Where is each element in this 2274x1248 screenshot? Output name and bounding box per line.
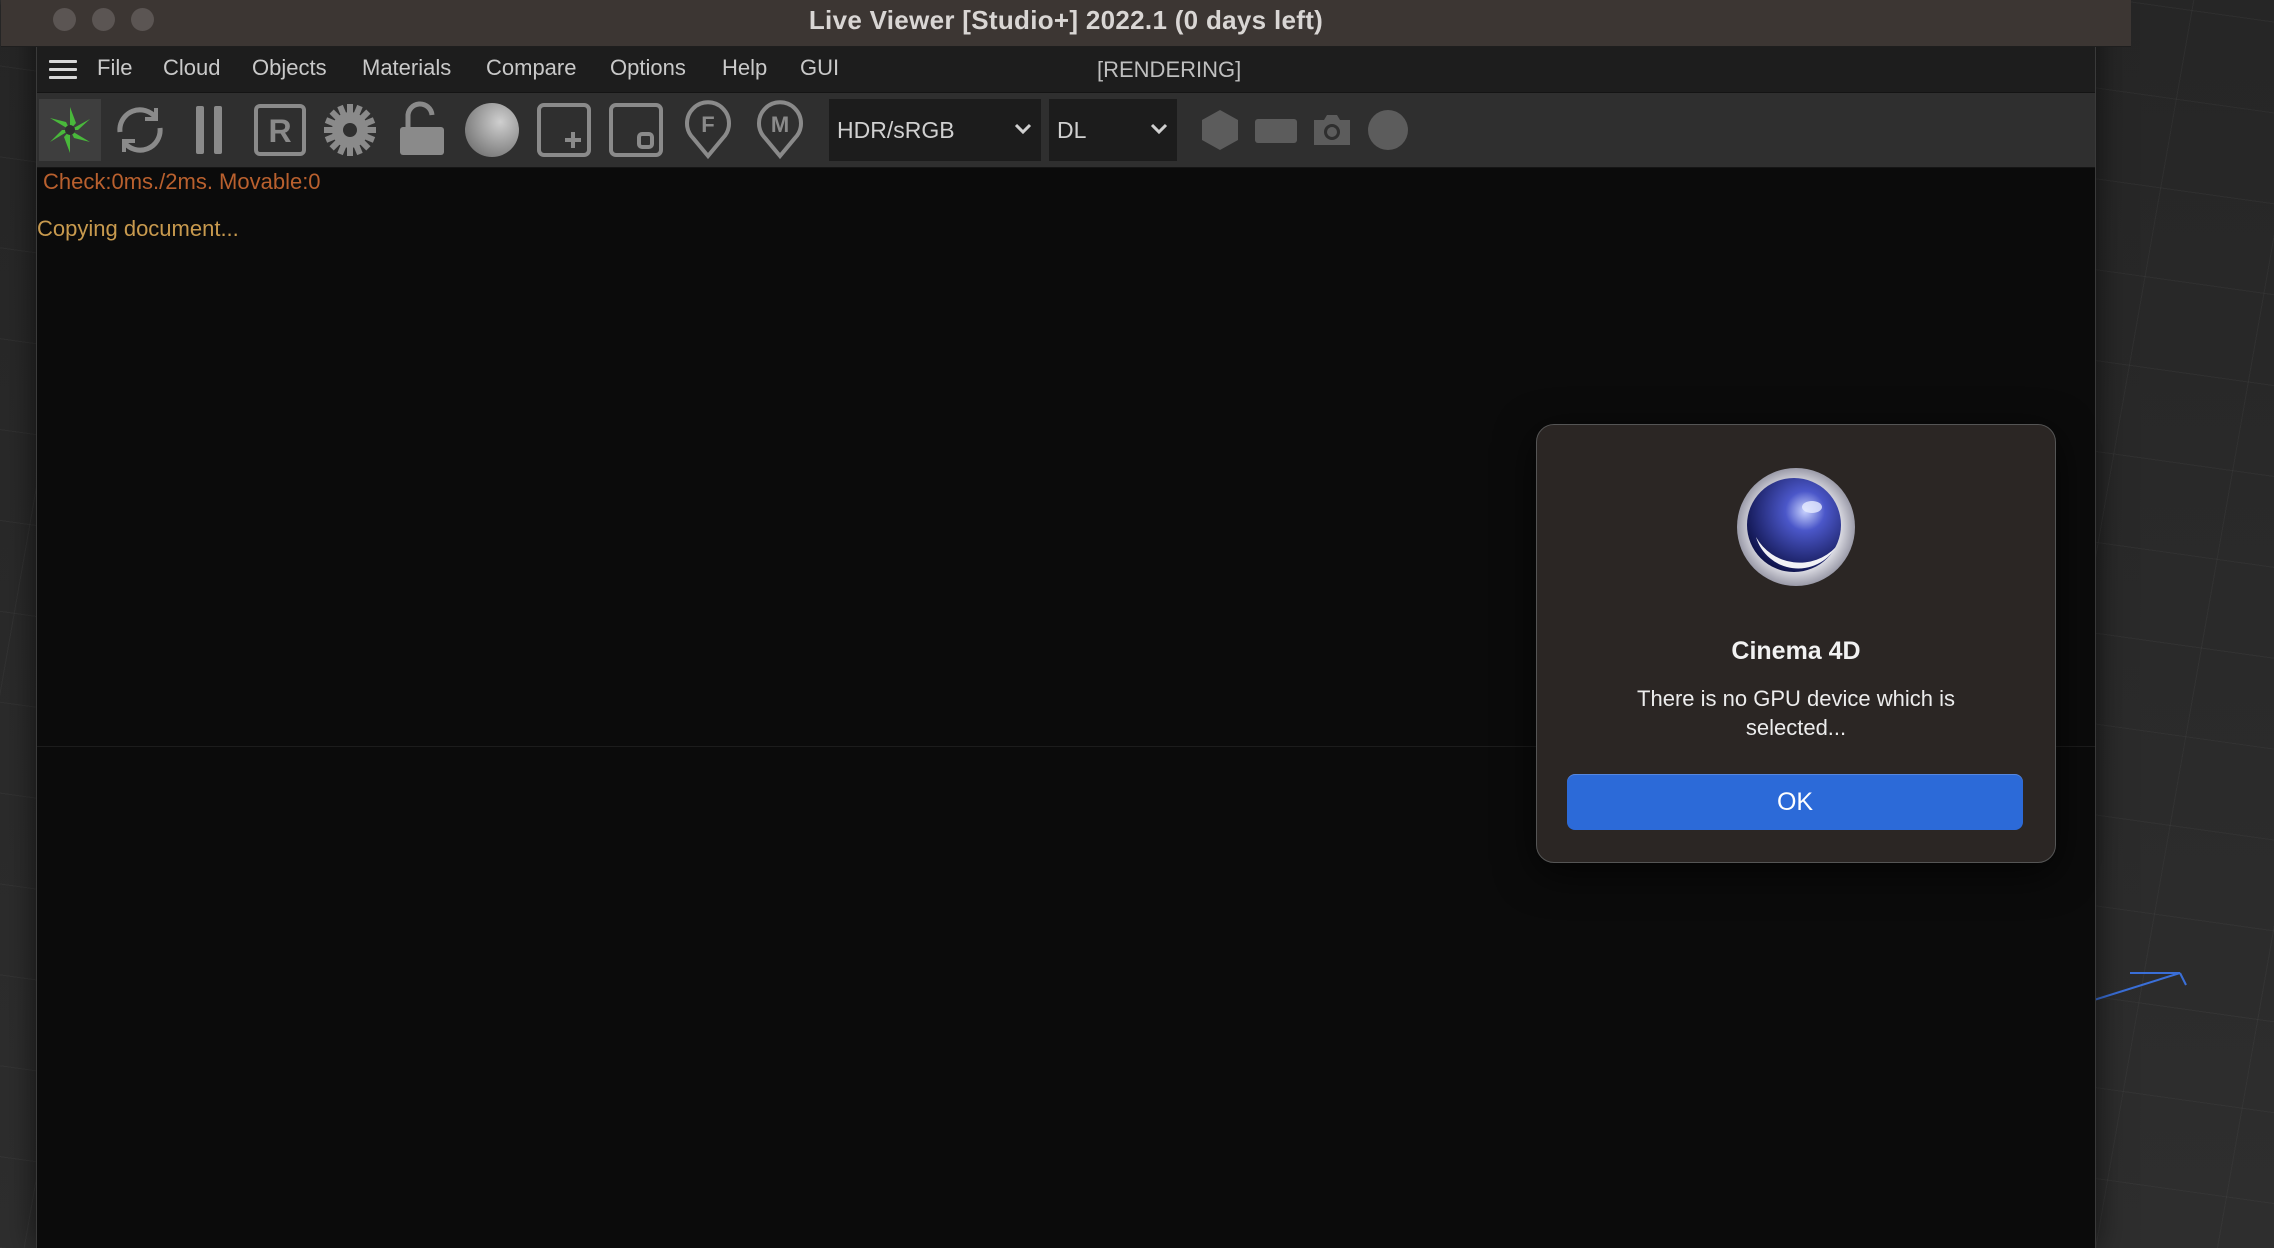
chevron-down-icon	[1150, 123, 1168, 135]
render-mode-select[interactable]: DL	[1049, 99, 1177, 161]
alert-dialog: Cinema 4D There is no GPU device which i…	[1536, 424, 2056, 863]
title-bar: Live Viewer [Studio+] 2022.1 (0 days lef…	[1, 0, 2131, 47]
color-space-value: HDR/sRGB	[837, 116, 955, 143]
toolbar: R F M HDR/sRGB DL	[37, 93, 2095, 168]
dialog-message: There is no GPU device which is selected…	[1637, 686, 1955, 740]
region-r-icon[interactable]: R	[249, 99, 311, 161]
dialog-title: Cinema 4D	[1731, 637, 1861, 665]
pause-icon[interactable]	[179, 99, 241, 161]
menu-cloud[interactable]: Cloud	[163, 55, 220, 81]
menu-materials[interactable]: Materials	[362, 55, 451, 81]
menu-gui[interactable]: GUI	[800, 55, 839, 81]
rect-icon[interactable]	[1245, 99, 1307, 161]
color-space-select[interactable]: HDR/sRGB	[829, 99, 1041, 161]
render-start-icon[interactable]	[39, 99, 101, 161]
circle-icon[interactable]	[1357, 99, 1419, 161]
settings-gear-icon[interactable]	[319, 99, 381, 161]
sphere-material-icon[interactable]	[461, 99, 523, 161]
frame-o-icon[interactable]	[605, 99, 667, 161]
add-frame-icon[interactable]	[533, 99, 595, 161]
svg-text:F: F	[701, 112, 714, 137]
svg-text:M: M	[771, 112, 789, 137]
refresh-icon[interactable]	[109, 99, 171, 161]
hexagon-icon[interactable]	[1189, 99, 1251, 161]
window-title: Live Viewer [Studio+] 2022.1 (0 days lef…	[808, 5, 1324, 35]
progress-status-text: Copying document...	[37, 216, 239, 241]
ok-button[interactable]: OK	[1567, 774, 2023, 830]
menu-bar: File Cloud Objects Materials Compare Opt…	[37, 47, 2095, 93]
focus-pin-f-icon[interactable]: F	[677, 99, 739, 161]
menu-objects[interactable]: Objects	[252, 55, 327, 81]
cinema4d-logo-icon	[1737, 468, 1855, 586]
render-mode-value: DL	[1057, 116, 1087, 143]
menu-compare[interactable]: Compare	[486, 55, 576, 81]
lock-open-icon[interactable]	[391, 99, 453, 161]
menu-help[interactable]: Help	[722, 55, 767, 81]
render-status-label: [RENDERING]	[1097, 57, 1242, 82]
chevron-down-icon	[1014, 123, 1032, 135]
camera-icon[interactable]	[1301, 99, 1363, 161]
menu-file[interactable]: File	[97, 55, 132, 81]
timing-status-text: Check:0ms./2ms. Movable:0	[43, 169, 321, 194]
svg-text:R: R	[268, 113, 291, 149]
hamburger-menu-icon[interactable]	[49, 60, 77, 80]
menu-options[interactable]: Options	[610, 55, 686, 81]
material-pin-m-icon[interactable]: M	[749, 99, 811, 161]
